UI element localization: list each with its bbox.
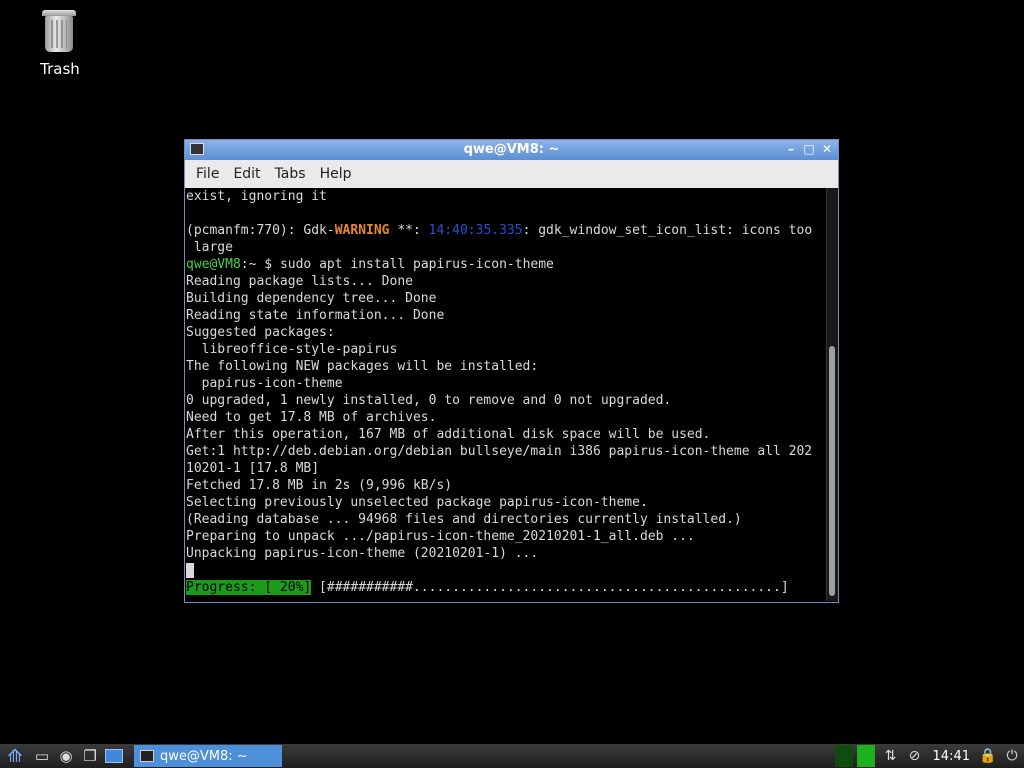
prompt-user: qwe@VM8 xyxy=(186,257,241,272)
terminal-line: Building dependency tree... Done xyxy=(186,291,437,306)
warning-word: WARNING xyxy=(334,223,390,238)
terminal-task-icon xyxy=(140,750,154,762)
terminal-line: (Reading database ... 94968 files and di… xyxy=(186,512,742,527)
taskbar: ⟰ ▭ ◉ ❐ qwe@VM8: ~ ⇅ ⊘ 14:41 🔒 ⏻ xyxy=(0,744,1024,768)
terminal-line: Get:1 http://deb.debian.org/debian bulls… xyxy=(186,444,813,459)
globe-icon[interactable]: ◉ xyxy=(54,745,78,767)
trash-desktop-icon[interactable]: Trash xyxy=(30,10,90,78)
cpu-monitor-icon[interactable] xyxy=(834,745,853,767)
taskbar-task-terminal[interactable]: qwe@VM8: ~ xyxy=(134,745,282,767)
lock-icon[interactable]: 🔒 xyxy=(976,745,1000,767)
terminal-cursor xyxy=(186,563,194,578)
terminal-window[interactable]: qwe@VM8: ~ – □ ✕ File Edit Tabs Help exi… xyxy=(184,139,839,603)
terminal-scrollbar[interactable] xyxy=(826,188,838,601)
terminal-line: exist, ignoring it xyxy=(186,189,327,204)
stop-icon[interactable]: ⊘ xyxy=(903,745,927,767)
menu-tabs[interactable]: Tabs xyxy=(268,166,313,182)
terminal-output[interactable]: exist, ignoring it (pcmanfm:770): Gdk-WA… xyxy=(185,188,828,601)
progress-label: Progress: [ 20%] xyxy=(186,580,312,595)
terminal-line: 0 upgraded, 1 newly installed, 0 to remo… xyxy=(186,393,672,408)
menu-edit[interactable]: Edit xyxy=(226,166,267,182)
power-icon[interactable]: ⏻ xyxy=(1000,745,1024,767)
show-desktop-icon[interactable] xyxy=(102,745,126,767)
terminal-line: Unpacking papirus-icon-theme (20210201-1… xyxy=(186,546,539,561)
minimize-button[interactable]: – xyxy=(784,142,798,156)
terminal-line: libreoffice-style-papirus xyxy=(186,342,398,357)
progress-line: Progress: [ 20%] [###########...........… xyxy=(185,579,828,596)
warning-line: (pcmanfm:770): Gdk-WARNING **: 14:40:35.… xyxy=(186,223,813,238)
desktop: Trash qwe@VM8: ~ – □ ✕ File Edit Tabs He… xyxy=(0,0,1024,744)
prompt-line: qwe@VM8:~ $ sudo apt install papirus-ico… xyxy=(185,256,828,273)
network-arrows-icon[interactable]: ⇅ xyxy=(879,745,903,767)
menu-file[interactable]: File xyxy=(189,166,226,182)
window-switch-icon[interactable]: ❐ xyxy=(78,745,102,767)
terminal-line: 10201-1 [17.8 MB] xyxy=(186,461,320,476)
terminal-line: After this operation, 167 MB of addition… xyxy=(186,427,711,442)
maximize-button[interactable]: □ xyxy=(802,142,816,156)
menubar: File Edit Tabs Help xyxy=(185,160,838,188)
terminal-line: The following NEW packages will be insta… xyxy=(186,359,539,374)
close-button[interactable]: ✕ xyxy=(820,142,834,156)
trash-label: Trash xyxy=(40,60,80,78)
terminal-line: Selecting previously unselected package … xyxy=(186,495,648,510)
command-text: sudo apt install papirus-icon-theme xyxy=(279,257,554,272)
terminal-line: Preparing to unpack .../papirus-icon-the… xyxy=(186,529,695,544)
terminal-line: papirus-icon-theme xyxy=(186,376,343,391)
menu-help[interactable]: Help xyxy=(313,166,359,182)
system-tray: ⇅ ⊘ 14:41 🔒 ⏻ xyxy=(834,745,1024,767)
clock[interactable]: 14:41 xyxy=(927,749,976,764)
window-title: qwe@VM8: ~ xyxy=(463,142,560,157)
terminal-line: Reading package lists... Done xyxy=(186,274,413,289)
scrollbar-thumb[interactable] xyxy=(829,346,835,596)
window-titlebar[interactable]: qwe@VM8: ~ – □ ✕ xyxy=(185,140,838,160)
trash-icon xyxy=(30,10,90,56)
prompt-separator: :~ $ xyxy=(240,257,280,272)
progress-bar-text: [###########............................… xyxy=(311,580,789,595)
terminal-line: Suggested packages: xyxy=(186,325,335,340)
folder-icon[interactable]: ▭ xyxy=(30,745,54,767)
cpu-monitor-icon-active[interactable] xyxy=(856,745,875,767)
terminal-line: Fetched 17.8 MB in 2s (9,996 kB/s) xyxy=(186,478,453,493)
cursor-line xyxy=(185,562,828,579)
terminal-line: Need to get 17.8 MB of archives. xyxy=(186,410,437,425)
terminal-line: Reading state information... Done xyxy=(186,308,445,323)
terminal-line: large xyxy=(186,240,233,255)
warning-timestamp: 14:40:35.335 xyxy=(428,223,523,238)
lxde-menu-icon[interactable]: ⟰ xyxy=(0,745,30,767)
task-title: qwe@VM8: ~ xyxy=(160,748,248,764)
